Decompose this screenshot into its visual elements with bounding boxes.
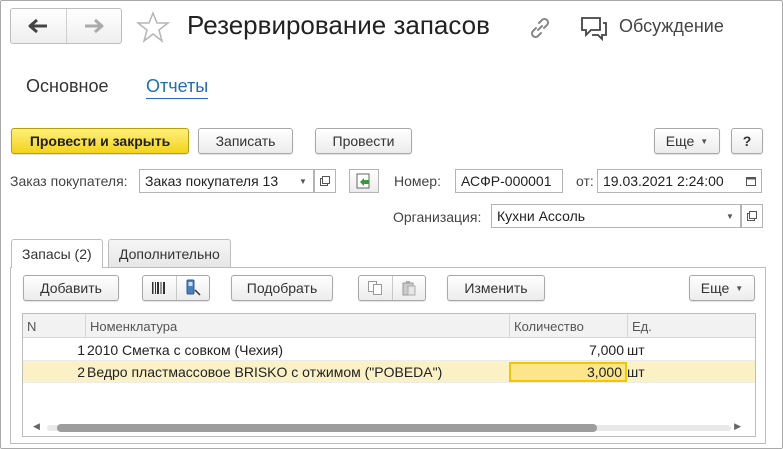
paste-button[interactable] <box>393 276 426 300</box>
organization-field[interactable]: Кухни Ассоль ▼ <box>491 204 741 228</box>
forward-button[interactable] <box>65 9 122 43</box>
dropdown-icon[interactable]: ▼ <box>293 170 313 192</box>
column-header-item[interactable]: Номенклатура <box>85 314 509 338</box>
barcode-group <box>142 275 210 301</box>
scroll-thumb[interactable] <box>57 424 597 432</box>
barcode-icon <box>152 282 166 294</box>
open-window-icon <box>747 211 757 221</box>
scanner-icon <box>186 279 201 296</box>
barcode-button[interactable] <box>143 276 177 300</box>
star-icon <box>135 10 171 43</box>
tab-main[interactable]: Основное <box>26 76 108 97</box>
scroll-right-icon[interactable]: ▶ <box>734 421 741 432</box>
row-quantity[interactable]: 7,000 <box>509 339 627 361</box>
tab-additional[interactable]: Дополнительно <box>108 239 231 267</box>
row-item[interactable]: 2010 Сметка с совком (Чехия) <box>87 339 507 361</box>
chevron-down-icon: ▼ <box>735 283 744 293</box>
horizontal-scrollbar[interactable]: ◀ ▶ <box>23 418 755 436</box>
table-more-button[interactable]: Еще ▼ <box>689 275 755 301</box>
link-icon <box>530 17 550 39</box>
discussion-button[interactable] <box>580 15 608 44</box>
organization-value: Кухни Ассоль <box>497 208 586 224</box>
copy-button[interactable] <box>359 276 393 300</box>
calendar-icon[interactable] <box>741 170 761 192</box>
scroll-left-icon[interactable]: ◀ <box>33 421 40 432</box>
row-item[interactable]: Ведро пластмассовое BRISKO с отжимом ("P… <box>87 361 507 383</box>
column-header-unit[interactable]: Ед. <box>627 314 755 338</box>
link-button[interactable] <box>528 16 552 43</box>
table-row[interactable]: 1 2010 Сметка с совком (Чехия) 7,000 шт <box>23 339 755 361</box>
open-window-icon <box>320 176 330 186</box>
organization-label: Организация: <box>393 209 482 225</box>
table-row[interactable]: 2 Ведро пластмассовое BRISKO с отжимом (… <box>23 361 755 383</box>
customer-order-label: Заказ покупателя: <box>10 173 128 189</box>
more-button[interactable]: Еще ▼ <box>654 128 720 154</box>
post-and-close-button[interactable]: Провести и закрыть <box>11 128 189 154</box>
row-number: 1 <box>77 342 85 358</box>
row-unit[interactable]: шт <box>627 339 687 361</box>
fill-document-icon <box>356 173 370 189</box>
column-header-quantity[interactable]: Количество <box>509 314 627 338</box>
number-label: Номер: <box>394 173 441 189</box>
row-unit[interactable]: шт <box>627 361 687 383</box>
table-header: N Номенклатура Количество Ед. <box>23 314 755 338</box>
tab-stocks[interactable]: Запасы (2) <box>11 239 103 268</box>
arrow-left-icon <box>28 18 48 34</box>
post-button[interactable]: Провести <box>315 128 412 154</box>
more-label: Еще <box>665 133 695 149</box>
paste-icon <box>402 281 416 296</box>
chevron-down-icon: ▼ <box>700 136 709 146</box>
customer-order-field[interactable]: Заказ покупателя 13 ▼ <box>139 169 314 193</box>
help-button[interactable]: ? <box>731 128 763 154</box>
favorite-button[interactable] <box>135 10 171 46</box>
row-quantity[interactable]: 3,000 <box>509 362 627 382</box>
copy-paste-group <box>358 275 426 301</box>
dropdown-icon[interactable]: ▼ <box>720 205 740 227</box>
date-value: 19.03.2021 2:24:00 <box>603 173 724 189</box>
pick-button[interactable]: Подобрать <box>231 275 333 301</box>
column-header-n[interactable]: N <box>23 314 85 338</box>
discussion-label[interactable]: Обсуждение <box>619 16 724 37</box>
chat-icon <box>581 17 607 42</box>
fill-from-order-button[interactable] <box>349 169 379 193</box>
table-more-label: Еще <box>700 280 730 296</box>
arrow-right-icon <box>84 18 104 34</box>
page-title: Резервирование запасов <box>187 10 490 40</box>
open-organization-button[interactable] <box>741 204 763 228</box>
open-order-button[interactable] <box>314 169 336 193</box>
change-button[interactable]: Изменить <box>447 275 545 301</box>
data-collection-button[interactable] <box>177 276 210 300</box>
date-field[interactable]: 19.03.2021 2:24:00 <box>597 169 762 193</box>
back-button[interactable] <box>11 9 66 43</box>
customer-order-value: Заказ покупателя 13 <box>145 173 279 189</box>
row-number: 2 <box>77 364 85 380</box>
stocks-table: N Номенклатура Количество Ед. 1 2010 Сме… <box>22 313 756 437</box>
save-button[interactable]: Записать <box>198 128 293 154</box>
copy-icon <box>368 281 383 295</box>
date-label: от: <box>576 173 594 189</box>
number-field[interactable]: АСФР-000001 <box>455 169 563 193</box>
add-button[interactable]: Добавить <box>23 275 119 301</box>
tab-reports[interactable]: Отчеты <box>146 76 209 99</box>
navigation-group <box>10 8 122 44</box>
